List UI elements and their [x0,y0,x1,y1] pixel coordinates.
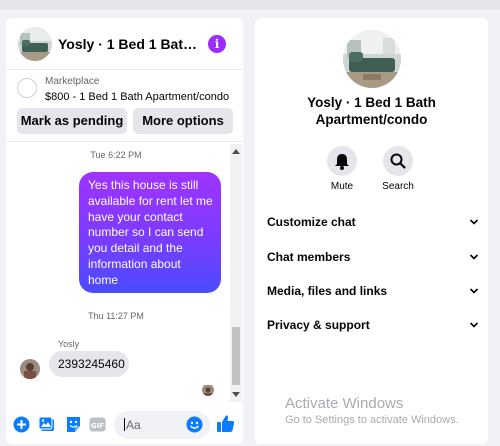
scroll-down-arrow-icon[interactable] [232,392,240,397]
search-button[interactable]: Search [378,146,418,192]
marketplace-label: Marketplace [45,76,100,87]
section-customize-chat[interactable]: Customize chat [267,215,479,235]
marketplace-card: Marketplace $800 - 1 Bed 1 Bath Apartmen… [6,70,243,142]
gif-icon[interactable]: GIF [89,416,106,433]
top-strip [0,0,500,10]
chevron-down-icon [469,288,479,294]
section-media-files-links[interactable]: Media, files and links [267,284,479,304]
section-chat-members[interactable]: Chat members [267,250,479,270]
conversation-info-panel: Yosly · 1 Bed 1 Bath Apartment/condo Mut… [255,18,488,444]
section-label: Chat members [267,250,351,264]
chat-title[interactable]: Yosly · 1 Bed 1 Bath A... [58,36,198,52]
scroll-up-arrow-icon[interactable] [232,149,240,154]
activate-windows-watermark: Activate Windows Go to Settings to activ… [285,395,459,426]
conversation-name: Yosly · 1 Bed 1 Bath Apartment/condo [307,95,436,127]
chevron-down-icon [469,322,479,328]
message-timestamp: Thu 11:27 PM [88,311,144,321]
section-label: Privacy & support [267,318,370,332]
section-label: Media, files and links [267,284,388,298]
sticker-icon[interactable] [65,416,82,433]
chevron-down-icon [469,254,479,260]
watermark-title: Activate Windows [285,395,404,412]
search-label: Search [382,181,414,192]
marketplace-item-title[interactable]: $800 - 1 Bed 1 Bath Apartment/condo [45,91,229,103]
message-list: Tue 6:22 PM Yes this house is still avai… [6,143,243,403]
bell-icon [335,154,349,170]
svg-text:GIF: GIF [91,422,104,430]
search-icon [390,153,406,169]
watermark-subtitle: Go to Settings to activate Windows. [285,414,459,426]
sender-name: Yosly [58,339,80,349]
chevron-down-icon [469,219,479,225]
add-icon[interactable] [13,416,30,433]
mute-button[interactable]: Mute [322,146,362,192]
seen-avatar [202,384,214,396]
scrollbar-thumb[interactable] [232,327,240,385]
mark-as-pending-button[interactable]: Mark as pending [17,108,127,134]
message-composer: GIF Aa [6,404,243,444]
emoji-icon[interactable] [186,416,203,433]
thumbs-up-icon[interactable] [216,414,235,433]
section-label: Customize chat [267,215,356,229]
message-scrollbar[interactable] [230,144,242,402]
conversation-avatar[interactable] [343,30,401,88]
incoming-message[interactable]: 2393245460 [49,351,129,377]
marketplace-radio-icon[interactable] [17,78,37,98]
mute-label: Mute [330,181,354,192]
photo-icon[interactable] [38,416,56,433]
section-privacy-support[interactable]: Privacy & support [267,318,479,338]
message-timestamp: Tue 6:22 PM [90,150,142,160]
outgoing-message[interactable]: Yes this house is still available for re… [79,172,221,293]
chat-panel: Yosly · 1 Bed 1 Bath A... i Marketplace … [6,18,243,444]
more-options-button[interactable]: More options [133,108,233,134]
chat-header: Yosly · 1 Bed 1 Bath A... i [6,18,243,70]
info-icon[interactable]: i [208,35,226,53]
message-input-placeholder: Aa [126,418,141,432]
sender-avatar[interactable] [20,359,40,379]
chat-avatar[interactable] [18,27,52,61]
